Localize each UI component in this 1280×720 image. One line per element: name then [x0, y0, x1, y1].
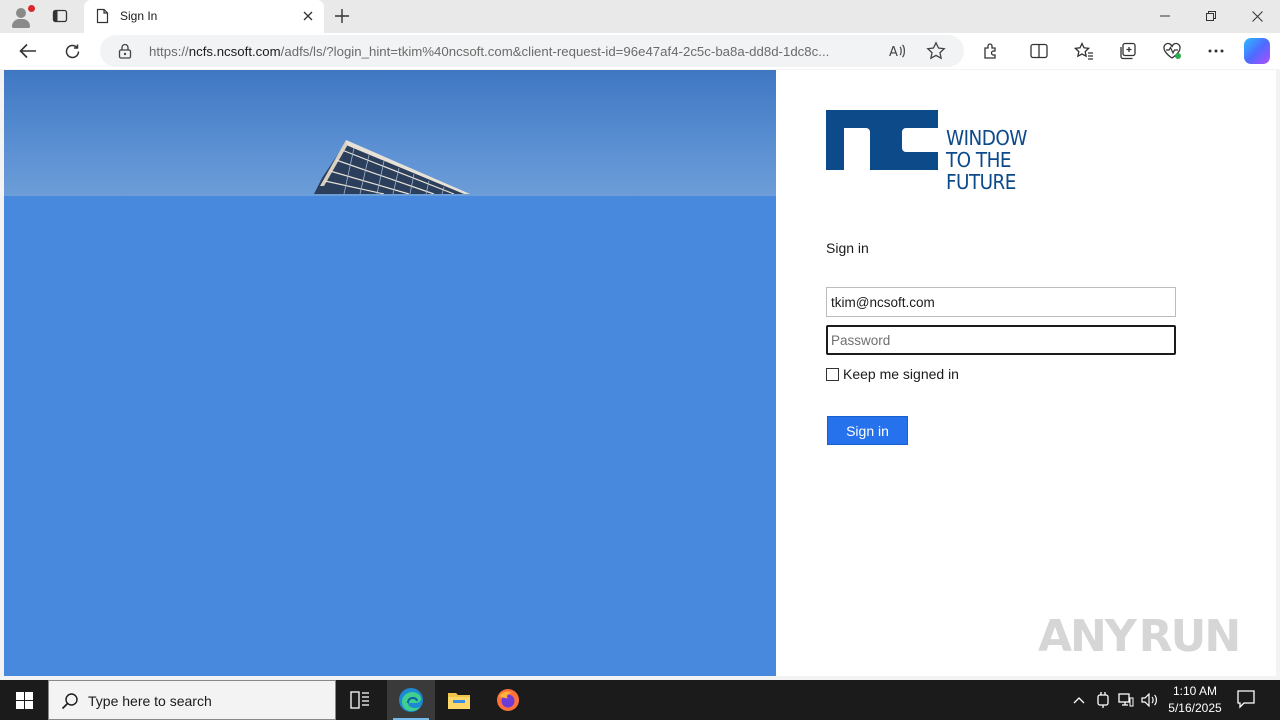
- clock-date: 5/16/2025: [1168, 701, 1222, 715]
- sign-in-heading: Sign in: [826, 240, 869, 256]
- logo-tagline: WINDOW TO THE FUTURE: [946, 126, 1027, 194]
- page-icon: [96, 8, 109, 29]
- tab-actions-icon[interactable]: [48, 5, 72, 27]
- profile-avatar-icon[interactable]: [8, 4, 35, 30]
- illustration-panel: [4, 70, 776, 676]
- taskbar-clock[interactable]: 1:10 AM 5/16/2025: [1160, 683, 1230, 717]
- url-text: https://ncfs.ncsoft.com/adfs/ls/?login_h…: [149, 44, 830, 59]
- nc-logo-icon: [826, 110, 938, 170]
- tab-close-icon[interactable]: [300, 8, 316, 24]
- refresh-icon[interactable]: [58, 37, 86, 65]
- back-arrow-icon[interactable]: [14, 37, 42, 65]
- taskbar-search-box[interactable]: Type here to search: [48, 680, 336, 720]
- task-view-icon[interactable]: [336, 680, 384, 720]
- read-aloud-icon[interactable]: A: [888, 42, 906, 63]
- restore-icon[interactable]: [1188, 0, 1234, 32]
- email-field[interactable]: [826, 287, 1176, 317]
- split-screen-icon[interactable]: [1025, 37, 1053, 65]
- windows-start-icon[interactable]: [0, 680, 48, 720]
- network-icon[interactable]: [1116, 690, 1136, 710]
- keep-signed-in[interactable]: Keep me signed in: [826, 366, 959, 382]
- file-explorer-icon[interactable]: [435, 680, 483, 720]
- close-window-icon[interactable]: [1234, 0, 1280, 32]
- tab-title: Sign In: [120, 9, 158, 23]
- tab-sign-in[interactable]: Sign In: [84, 0, 324, 33]
- sign-in-page: WINDOW TO THE FUTURE Sign in Keep me sig…: [4, 70, 1276, 676]
- login-panel: WINDOW TO THE FUTURE Sign in Keep me sig…: [826, 110, 1178, 510]
- building-image: [314, 140, 470, 195]
- search-placeholder: Type here to search: [88, 693, 212, 709]
- more-menu-icon[interactable]: [1202, 37, 1230, 65]
- keep-signed-in-label[interactable]: Keep me signed in: [843, 366, 959, 382]
- notifications-icon[interactable]: [1236, 689, 1256, 714]
- firefox-icon[interactable]: [484, 680, 532, 720]
- show-hidden-icons-icon[interactable]: [1069, 690, 1089, 710]
- edge-icon[interactable]: [387, 680, 435, 720]
- minimize-icon[interactable]: [1142, 0, 1188, 32]
- sign-in-button[interactable]: Sign in: [827, 416, 908, 445]
- clock-time: 1:10 AM: [1172, 684, 1218, 698]
- keep-signed-in-checkbox[interactable]: [826, 367, 839, 381]
- browser-toolbar: https://ncfs.ncsoft.com/adfs/ls/?login_h…: [0, 33, 1280, 69]
- browser-essentials-icon[interactable]: [1158, 37, 1186, 65]
- windows-taskbar: Type here to search 1:10 AM 5/16/2025: [0, 680, 1280, 720]
- anyrun-watermark: ANY RUN: [1038, 610, 1241, 662]
- svg-text:A: A: [889, 45, 898, 60]
- favorite-star-icon[interactable]: [926, 41, 946, 66]
- lock-icon[interactable]: [118, 43, 132, 64]
- address-bar[interactable]: https://ncfs.ncsoft.com/adfs/ls/?login_h…: [100, 35, 964, 67]
- image-seam: [4, 194, 776, 196]
- collections-icon[interactable]: [1114, 37, 1142, 65]
- extensions-icon[interactable]: [977, 37, 1005, 65]
- password-field[interactable]: [826, 325, 1176, 355]
- browser-tab-bar: Sign In: [0, 0, 1280, 33]
- favorites-icon[interactable]: [1070, 37, 1098, 65]
- new-tab-icon[interactable]: [332, 6, 352, 26]
- device-icon[interactable]: [1093, 690, 1113, 710]
- copilot-icon[interactable]: [1244, 38, 1270, 64]
- ncsoft-logo: WINDOW TO THE FUTURE: [826, 110, 1096, 193]
- search-icon: [61, 692, 79, 715]
- volume-icon[interactable]: [1140, 690, 1160, 710]
